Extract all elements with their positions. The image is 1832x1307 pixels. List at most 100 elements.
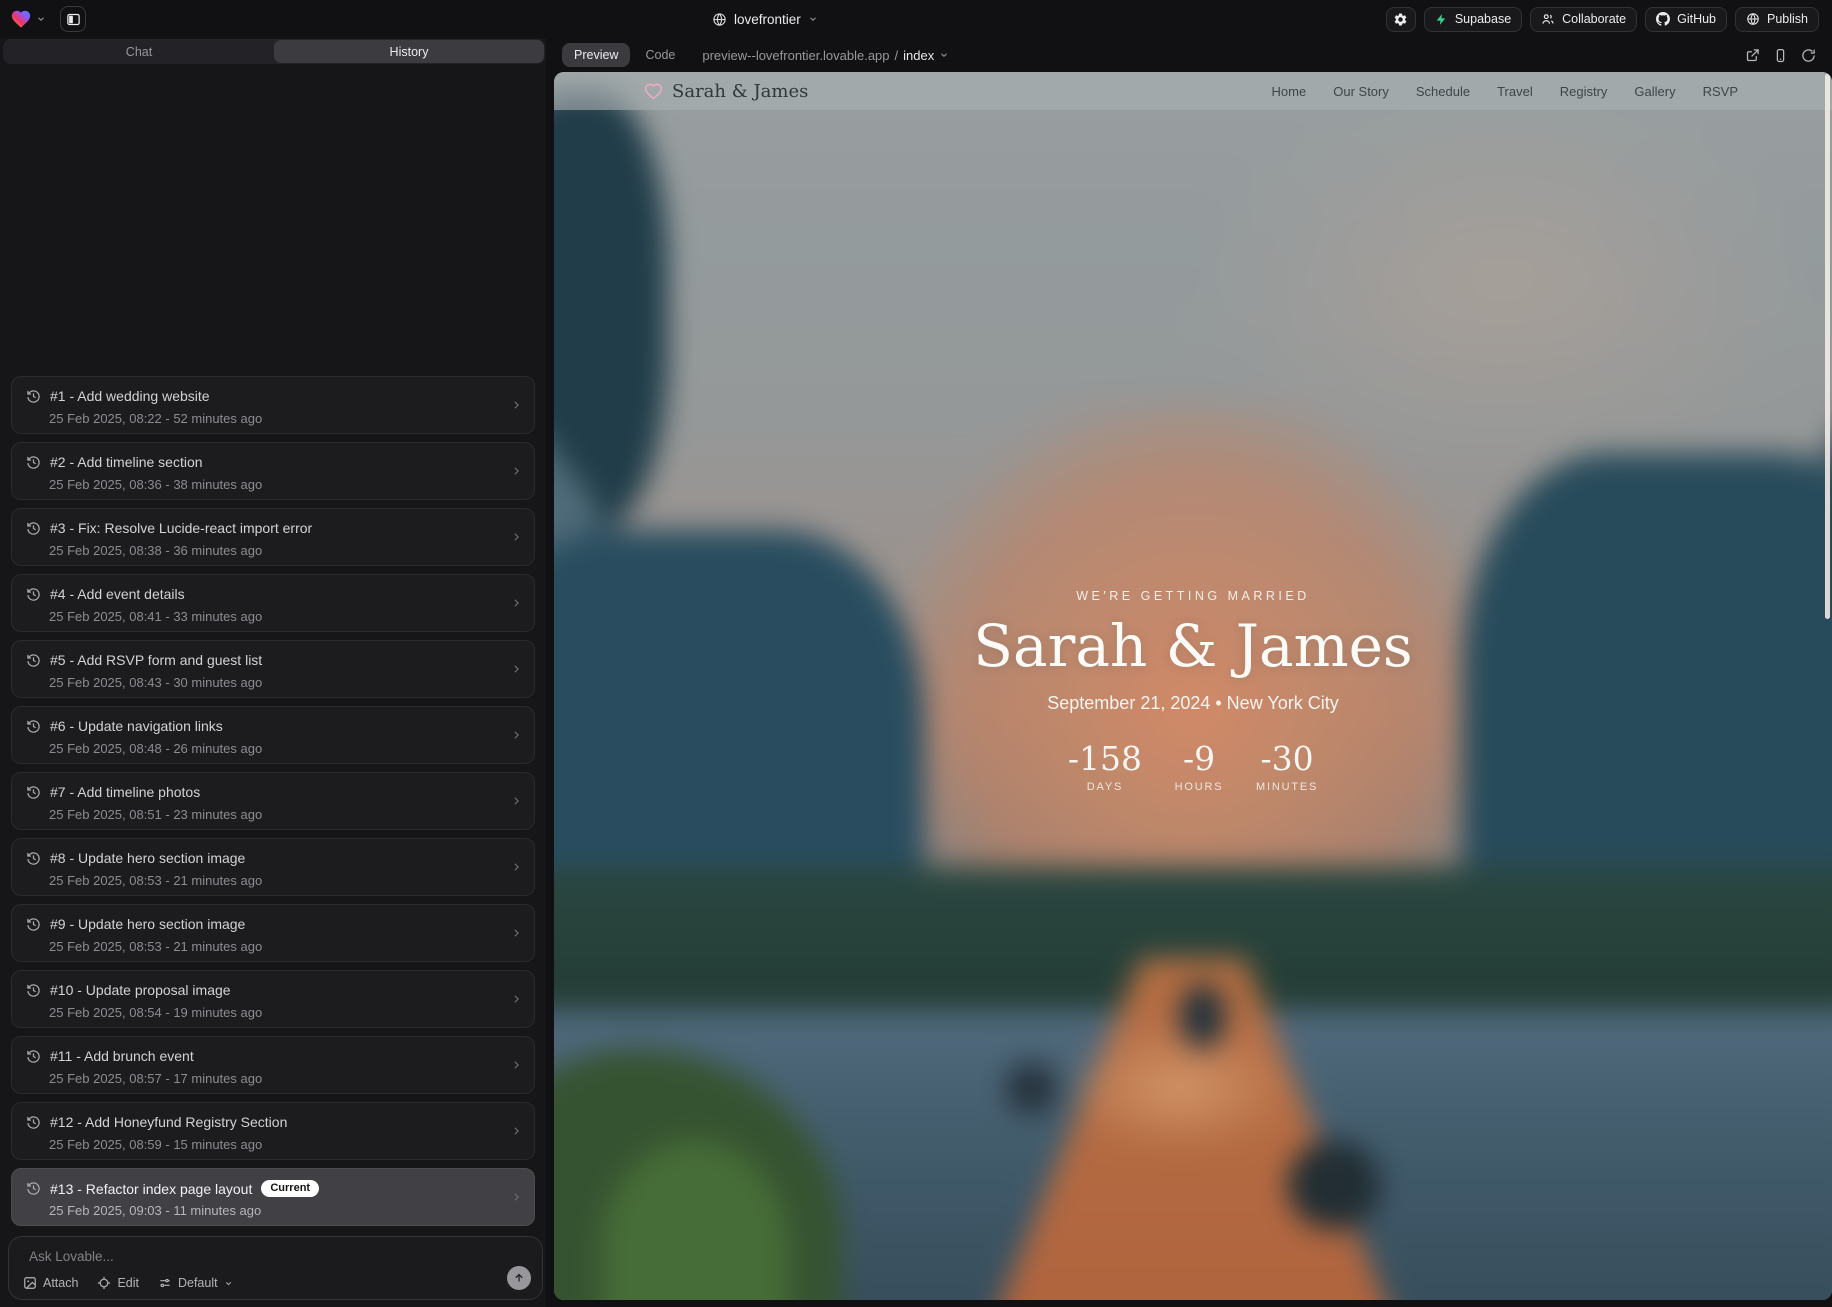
topbar-right-group: Supabase Collaborate GitHub — [1386, 0, 1819, 38]
preview-toolbar: Preview Code preview--lovefrontier.lovab… — [554, 38, 1832, 72]
edit-button[interactable]: Edit — [97, 1276, 139, 1290]
site-logo[interactable]: Sarah & James — [644, 81, 808, 102]
publish-globe-icon — [1746, 12, 1760, 26]
chevron-right-icon — [510, 399, 523, 412]
preview-scrollbar-thumb[interactable] — [1825, 74, 1830, 619]
chevron-right-icon — [510, 729, 523, 742]
countdown-value: -30 — [1256, 739, 1318, 779]
site-preview-frame: Sarah & James Home Our Story Schedule Tr… — [554, 72, 1832, 1300]
supabase-button[interactable]: Supabase — [1424, 7, 1522, 32]
history-item[interactable]: #2 - Add timeline section 25 Feb 2025, 0… — [11, 442, 535, 500]
history-item-title: #12 - Add Honeyfund Registry Section — [50, 1114, 287, 1130]
external-link-icon[interactable] — [1745, 48, 1760, 63]
settings-button[interactable] — [1386, 7, 1416, 32]
sidebar-toggle-button[interactable] — [60, 6, 86, 32]
tab-code[interactable]: Code — [645, 48, 675, 62]
chevron-down-icon — [36, 14, 46, 24]
chevron-right-icon — [510, 663, 523, 676]
history-item-title: #3 - Fix: Resolve Lucide-react import er… — [50, 520, 312, 536]
site-nav-link[interactable]: Home — [1272, 84, 1307, 99]
chevron-right-icon — [510, 927, 523, 940]
top-bar: lovefrontier Supabase — [0, 0, 1832, 38]
chevron-down-icon — [808, 14, 818, 24]
lovable-logo-menu[interactable] — [10, 8, 46, 30]
panel-tabbar: Chat History — [3, 39, 545, 64]
history-item-timestamp: 25 Feb 2025, 08:59 - 15 minutes ago — [49, 1137, 262, 1152]
project-selector[interactable]: lovefrontier — [712, 0, 818, 38]
history-clock-icon — [26, 1181, 41, 1196]
history-item[interactable]: #12 - Add Honeyfund Registry Section 25 … — [11, 1102, 535, 1160]
site-nav-link[interactable]: Travel — [1497, 84, 1533, 99]
history-item[interactable]: #11 - Add brunch event 25 Feb 2025, 08:5… — [11, 1036, 535, 1094]
refresh-icon[interactable] — [1801, 48, 1816, 63]
tab-history[interactable]: History — [274, 40, 544, 63]
hero-title: Sarah & James — [554, 609, 1832, 683]
history-item-row: #1 - Add wedding website — [26, 388, 210, 404]
history-clock-icon — [26, 719, 41, 734]
tab-chat[interactable]: Chat — [4, 40, 274, 63]
publish-button[interactable]: Publish — [1735, 7, 1819, 32]
history-item[interactable]: #10 - Update proposal image 25 Feb 2025,… — [11, 970, 535, 1028]
countdown-label: MINUTES — [1256, 781, 1318, 793]
history-item[interactable]: #13 - Refactor index page layout Current… — [11, 1168, 535, 1226]
site-logo-text: Sarah & James — [672, 81, 808, 102]
countdown: -158 DAYS -9 HOURS -30 MINUTES — [554, 739, 1832, 793]
site-nav-link[interactable]: Registry — [1560, 84, 1608, 99]
history-item-row: #7 - Add timeline photos — [26, 784, 200, 800]
url-page: index — [903, 48, 934, 63]
history-item[interactable]: #9 - Update hero section image 25 Feb 20… — [11, 904, 535, 962]
history-item-timestamp: 25 Feb 2025, 08:36 - 38 minutes ago — [49, 477, 262, 492]
mobile-view-icon[interactable] — [1773, 48, 1788, 63]
attach-button[interactable]: Attach — [23, 1276, 78, 1290]
gear-icon — [1393, 12, 1408, 27]
history-item[interactable]: #4 - Add event details 25 Feb 2025, 08:4… — [11, 574, 535, 632]
ask-lovable-input[interactable] — [27, 1248, 447, 1265]
history-item-timestamp: 25 Feb 2025, 08:53 - 21 minutes ago — [49, 939, 262, 954]
history-item[interactable]: #5 - Add RSVP form and guest list 25 Feb… — [11, 640, 535, 698]
history-item[interactable]: #7 - Add timeline photos 25 Feb 2025, 08… — [11, 772, 535, 830]
chevron-right-icon — [510, 993, 523, 1006]
history-item-title: #11 - Add brunch event — [50, 1048, 194, 1064]
site-nav-link[interactable]: Our Story — [1333, 84, 1389, 99]
history-item-row: #13 - Refactor index page layout Current — [26, 1180, 319, 1197]
history-item-timestamp: 25 Feb 2025, 08:48 - 26 minutes ago — [49, 741, 262, 756]
history-item-timestamp: 25 Feb 2025, 08:22 - 52 minutes ago — [49, 411, 262, 426]
history-clock-icon — [26, 587, 41, 602]
history-item-row: #10 - Update proposal image — [26, 982, 231, 998]
send-button[interactable] — [507, 1266, 531, 1290]
history-item-row: #5 - Add RSVP form and guest list — [26, 652, 262, 668]
model-label: Default — [178, 1276, 218, 1290]
history-item[interactable]: #8 - Update hero section image 25 Feb 20… — [11, 838, 535, 896]
github-button[interactable]: GitHub — [1645, 7, 1727, 32]
site-nav-link[interactable]: Gallery — [1634, 84, 1675, 99]
topbar-left-group — [10, 0, 86, 38]
current-badge: Current — [261, 1180, 319, 1197]
chevron-down-icon — [224, 1279, 233, 1288]
attach-label: Attach — [43, 1276, 78, 1290]
history-clock-icon — [26, 521, 41, 536]
countdown-column: -30 MINUTES — [1256, 739, 1318, 793]
history-item-title: #13 - Refactor index page layout — [50, 1181, 252, 1197]
history-clock-icon — [26, 455, 41, 470]
url-breadcrumb[interactable]: preview--lovefrontier.lovable.app / inde… — [702, 48, 949, 63]
history-item[interactable]: #1 - Add wedding website 25 Feb 2025, 08… — [11, 376, 535, 434]
history-clock-icon — [26, 851, 41, 866]
chat-history-panel: Chat History #1 - Add wedding website 25… — [0, 38, 546, 1307]
history-item[interactable]: #3 - Fix: Resolve Lucide-react import er… — [11, 508, 535, 566]
collaborate-button[interactable]: Collaborate — [1530, 7, 1637, 32]
tab-preview[interactable]: Preview — [562, 43, 630, 67]
supabase-bolt-icon — [1435, 13, 1448, 26]
model-selector[interactable]: Default — [158, 1276, 233, 1290]
history-item-timestamp: 25 Feb 2025, 08:38 - 36 minutes ago — [49, 543, 262, 558]
history-clock-icon — [26, 917, 41, 932]
site-nav-link[interactable]: RSVP — [1703, 84, 1738, 99]
site-nav-link[interactable]: Schedule — [1416, 84, 1470, 99]
target-icon — [97, 1276, 111, 1290]
countdown-value: -9 — [1168, 739, 1230, 779]
url-domain: preview--lovefrontier.lovable.app — [702, 48, 889, 63]
history-item-timestamp: 25 Feb 2025, 08:54 - 19 minutes ago — [49, 1005, 262, 1020]
globe-icon — [712, 12, 727, 27]
history-item[interactable]: #6 - Update navigation links 25 Feb 2025… — [11, 706, 535, 764]
history-clock-icon — [26, 653, 41, 668]
history-item-title: #9 - Update hero section image — [50, 916, 245, 932]
